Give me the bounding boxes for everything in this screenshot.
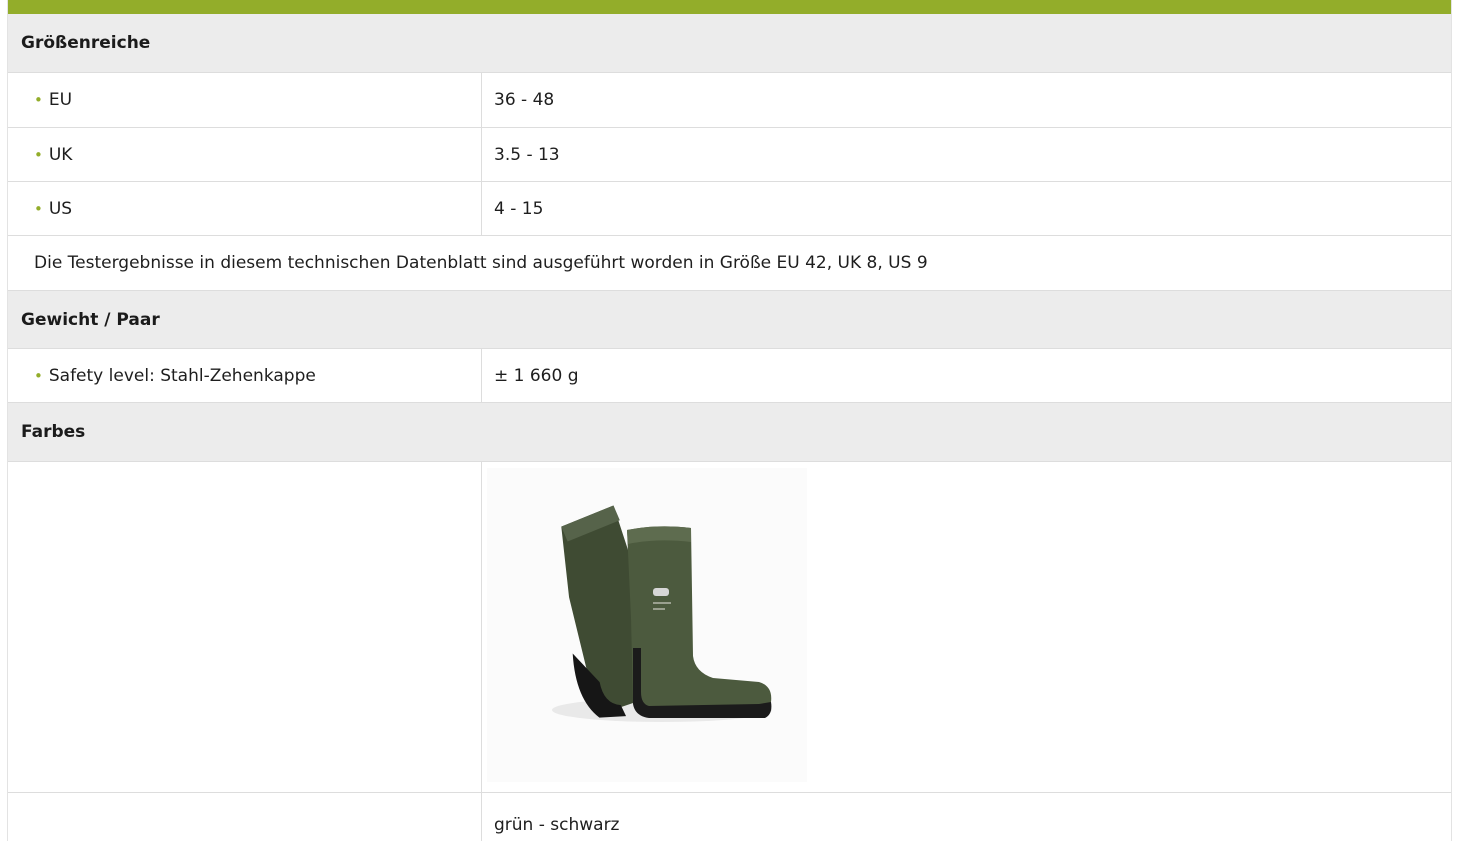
row-label: • UK — [8, 128, 482, 181]
row-label: • Safety level: Stahl-Zehenkappe — [8, 349, 482, 402]
accent-bar — [8, 0, 1451, 14]
bullet-icon: • — [34, 366, 43, 385]
table-row: • UK 3.5 - 13 — [8, 128, 1451, 182]
color-image-row — [8, 462, 1451, 793]
row-value: 4 - 15 — [494, 198, 544, 219]
section-title: Größenreiche — [21, 33, 151, 53]
row-label: • US — [8, 182, 482, 235]
size-note: Die Testergebnisse in diesem technischen… — [8, 236, 1451, 291]
section-title: Gewicht / Paar — [21, 309, 160, 330]
table-row: • EU 36 - 48 — [8, 73, 1451, 128]
technical-data-sheet: Größenreiche • EU 36 - 48 • UK 3.5 - 13 … — [7, 0, 1452, 841]
row-label: • EU — [8, 73, 482, 127]
table-row: • Safety level: Stahl-Zehenkappe ± 1 660… — [8, 349, 1451, 403]
bullet-icon: • — [34, 199, 43, 218]
section-header-sizes: Größenreiche — [8, 14, 1451, 73]
bullet-icon: • — [34, 91, 43, 109]
row-label-empty — [8, 462, 482, 792]
row-value: 36 - 48 — [494, 90, 555, 110]
product-image — [487, 468, 807, 782]
bullet-icon: • — [34, 145, 43, 164]
row-label-empty — [8, 793, 482, 841]
row-value: 3.5 - 13 — [494, 144, 560, 165]
section-title: Farbes — [21, 422, 86, 442]
table-row: • US 4 - 15 — [8, 182, 1451, 236]
section-header-colors: Farbes — [8, 403, 1451, 462]
rubber-boot-icon — [552, 505, 772, 722]
section-header-weight: Gewicht / Paar — [8, 291, 1451, 349]
color-name: grün - schwarz — [494, 815, 620, 835]
color-name-row: grün - schwarz — [8, 793, 1451, 841]
row-value: ± 1 660 g — [494, 365, 579, 386]
row-value — [482, 462, 1451, 792]
